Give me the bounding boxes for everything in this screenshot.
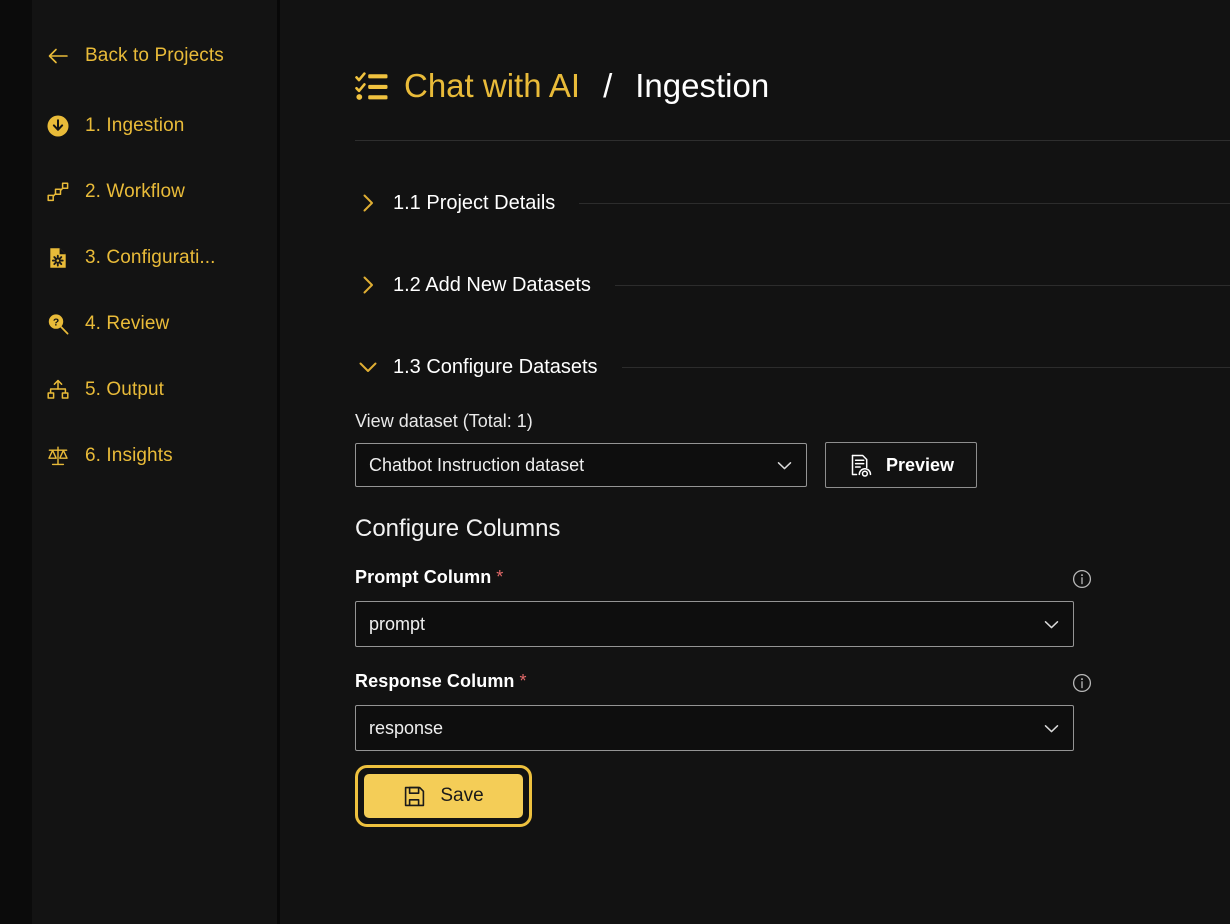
share-output-icon: [45, 377, 71, 403]
info-circle-icon[interactable]: [1071, 568, 1093, 590]
response-column-label: Response Column: [355, 671, 515, 691]
chevron-down-icon: [774, 455, 794, 475]
page-title: Chat with AI / Ingestion: [355, 68, 1230, 104]
save-button-label: Save: [440, 785, 483, 807]
configure-datasets-body: View dataset (Total: 1) Chatbot Instruct…: [355, 411, 1230, 827]
response-column-value: response: [369, 718, 443, 739]
prompt-column-label: Prompt Column: [355, 567, 491, 587]
required-marker: *: [496, 567, 503, 587]
view-dataset-label: View dataset (Total: 1): [355, 411, 1230, 432]
response-column-block: Response Column* response: [355, 671, 1230, 751]
sidebar-item-label: 1. Ingestion: [85, 115, 184, 137]
dataset-row: Chatbot Instruction dataset: [355, 442, 1230, 488]
svg-text:?: ?: [53, 318, 59, 329]
section-title: 1.3 Configure Datasets: [393, 356, 622, 379]
sidebar-item-output[interactable]: 5. Output: [32, 370, 277, 410]
configure-columns-heading: Configure Columns: [355, 515, 1230, 543]
magnifier-question-icon: ?: [45, 311, 71, 337]
save-button[interactable]: Save: [364, 774, 523, 818]
sidebar-item-label: 6. Insights: [85, 445, 173, 467]
chevron-down-icon: [1041, 718, 1061, 738]
arrow-left-icon: [45, 43, 71, 69]
title-divider: [355, 140, 1230, 141]
app-window: Back to Projects 1. Ingestion 2. Wor: [0, 0, 1230, 924]
sidebar-item-insights[interactable]: 6. Insights: [32, 436, 277, 476]
prompt-column-value: prompt: [369, 614, 425, 635]
dataset-select[interactable]: Chatbot Instruction dataset: [355, 443, 807, 487]
required-marker: *: [520, 671, 527, 691]
main-content: Chat with AI / Ingestion 1.1 Project Det…: [280, 0, 1230, 924]
response-column-select[interactable]: response: [355, 705, 1074, 751]
preview-button[interactable]: Preview: [825, 442, 977, 488]
sidebar-item-label: 2. Workflow: [85, 181, 185, 203]
chevron-right-icon: [355, 272, 381, 298]
page-title-page: Ingestion: [635, 68, 769, 104]
preview-button-label: Preview: [886, 455, 954, 476]
section-project-details[interactable]: 1.1 Project Details: [355, 183, 1230, 223]
left-gutter: [0, 0, 32, 924]
prompt-column-block: Prompt Column* prompt: [355, 567, 1230, 647]
page-title-app: Chat with AI: [404, 68, 580, 104]
sidebar-item-label: 4. Review: [85, 313, 169, 335]
sidebar-item-configuration[interactable]: 3. Configurati...: [32, 238, 277, 278]
workflow-nodes-icon: [45, 179, 71, 205]
floppy-save-icon: [403, 785, 426, 808]
download-circle-icon: [45, 113, 71, 139]
chevron-down-icon: [1041, 614, 1061, 634]
sidebar-item-review[interactable]: ? 4. Review: [32, 304, 277, 344]
scales-balance-icon: [45, 443, 71, 469]
section-configure-datasets[interactable]: 1.3 Configure Datasets: [355, 347, 1230, 387]
info-circle-icon[interactable]: [1071, 672, 1093, 694]
sidebar-item-label: 5. Output: [85, 379, 164, 401]
section-title: 1.2 Add New Datasets: [393, 274, 615, 297]
section-title: 1.1 Project Details: [393, 192, 579, 215]
document-gear-icon: [45, 245, 71, 271]
prompt-column-select[interactable]: prompt: [355, 601, 1074, 647]
sidebar-back-to-projects[interactable]: Back to Projects: [32, 36, 277, 76]
sidebar-back-label: Back to Projects: [85, 45, 224, 67]
sidebar: Back to Projects 1. Ingestion 2. Wor: [32, 0, 280, 924]
sidebar-item-label: 3. Configurati...: [85, 247, 216, 269]
page-title-separator: /: [603, 68, 612, 104]
section-divider: [615, 285, 1230, 286]
section-add-new-datasets[interactable]: 1.2 Add New Datasets: [355, 265, 1230, 305]
section-divider: [579, 203, 1230, 204]
save-button-focus-ring: Save: [355, 765, 532, 827]
document-search-icon: [848, 453, 873, 478]
chevron-down-icon: [355, 354, 381, 380]
dataset-select-value: Chatbot Instruction dataset: [369, 455, 584, 476]
section-divider: [622, 367, 1230, 368]
sidebar-item-workflow[interactable]: 2. Workflow: [32, 172, 277, 212]
chevron-right-icon: [355, 190, 381, 216]
task-list-icon: [355, 71, 388, 101]
sidebar-item-ingestion[interactable]: 1. Ingestion: [32, 106, 277, 146]
